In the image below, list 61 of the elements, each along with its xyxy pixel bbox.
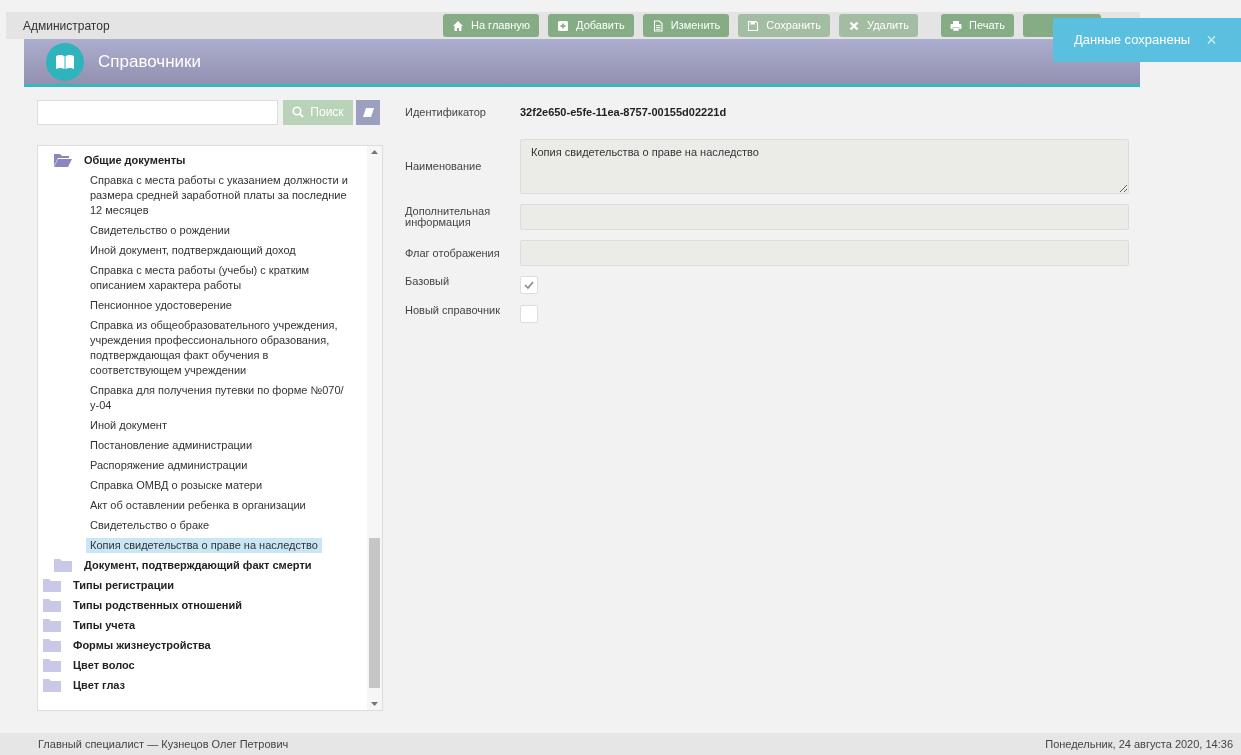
tree-item[interactable]: Иной документ <box>86 417 171 433</box>
status-user: Главный специалист — Кузнецов Олег Петрович <box>38 736 289 752</box>
field-label: Новый справочник <box>405 305 502 316</box>
folder-icon <box>43 598 61 612</box>
page-title: Справочники <box>98 50 201 73</box>
printer-icon <box>950 19 962 32</box>
home-icon <box>452 19 464 32</box>
field-label: Дополнительная информация <box>405 206 492 228</box>
scroll-down-icon[interactable] <box>371 702 378 706</box>
folder-icon <box>43 578 61 592</box>
tree-folder[interactable]: Общие документы <box>38 150 367 170</box>
book-icon <box>46 42 84 81</box>
folder-icon <box>43 618 61 632</box>
tree-item[interactable]: Справка из общеобразовательного учреждения, учреждения профессионального образования, подтверждающая факт обучения в соответствующем учреждении <box>86 317 354 378</box>
eraser-icon <box>361 106 375 118</box>
scrollbar[interactable] <box>367 146 382 710</box>
tree-folder[interactable]: Формы жизнеустройства <box>38 635 367 655</box>
tree-item[interactable]: Копия свидетельства о праве на наследство <box>86 537 322 553</box>
clear-button[interactable] <box>356 99 380 125</box>
tree-folder[interactable]: Типы регистрации <box>38 575 367 595</box>
user-role: Администратор <box>23 17 111 35</box>
tree-item[interactable]: Справка ОМВД о розыске матери <box>86 477 267 493</box>
field-label: Базовый <box>405 276 451 287</box>
scroll-up-icon[interactable] <box>371 150 378 154</box>
tree-folder[interactable]: Цвет глаз <box>38 675 367 695</box>
name-field[interactable]: Копия свидетельства о праве на наследство <box>520 139 1129 194</box>
tree-item[interactable]: Распоряжение администрации <box>86 457 252 473</box>
checkmark-icon <box>524 281 534 289</box>
scrollbar-thumb[interactable] <box>369 538 380 688</box>
tree-item[interactable]: Свидетельство о рождении <box>86 222 234 238</box>
tree-item[interactable]: Постановление администрации <box>86 437 257 453</box>
folder-icon <box>43 678 61 692</box>
search-icon <box>292 106 305 118</box>
search-field[interactable] <box>37 99 278 125</box>
tree-folder[interactable]: Типы учета <box>38 615 367 635</box>
field-label: Идентификатор <box>405 106 487 118</box>
field-label: Флаг отображения <box>405 247 501 259</box>
tree-item[interactable]: Иной документ, подтверждающий доход <box>86 242 300 258</box>
status-datetime: Понедельник, 24 августа 2020, 14:36 <box>1045 736 1233 752</box>
checkbox[interactable] <box>520 276 538 294</box>
open-folder-icon <box>54 153 72 167</box>
folder-icon <box>43 658 61 672</box>
tree-item[interactable]: Акт об оставлении ребенка в организации <box>86 497 310 513</box>
folder-icon <box>54 558 72 572</box>
toast-message: Данные сохранены <box>1074 31 1191 50</box>
tree-folder[interactable]: Цвет волос <box>38 655 367 675</box>
checkbox[interactable] <box>520 305 538 323</box>
tree-item[interactable]: Справка с места работы (учебы) с кратким описанием характера работы <box>86 262 354 293</box>
document-icon <box>651 19 664 32</box>
tree-folder[interactable]: Документ, подтверждающий факт смерти <box>38 555 367 575</box>
folder-icon <box>43 638 61 652</box>
field-label: Наименование <box>405 161 483 172</box>
identifier-value: 32f2e650-e5fe-11ea-8757-00155d02221d <box>520 104 727 120</box>
tree-item[interactable]: Справка для получения путевки по форме №070/у-04 <box>86 382 354 413</box>
floppy-icon <box>747 19 760 32</box>
tree-item[interactable]: Справка с места работы с указанием должности и размера средней заработной платы за последние 12 месяцев <box>86 172 354 218</box>
plus-icon <box>557 19 570 32</box>
tree-item[interactable]: Пенсионное удостоверение <box>86 297 236 313</box>
tree-folder[interactable]: Типы родственных отношений <box>38 595 367 615</box>
tree-item[interactable]: Свидетельство о браке <box>86 517 214 533</box>
close-icon <box>848 19 860 32</box>
